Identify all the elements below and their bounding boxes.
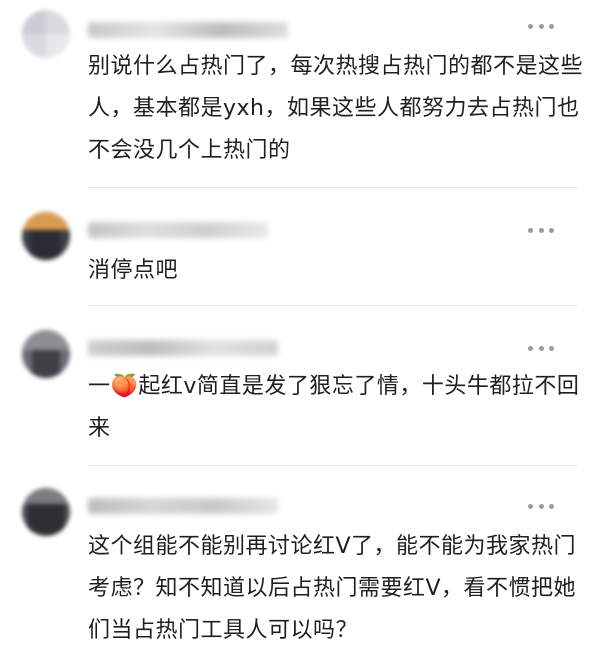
- username-blurred[interactable]: [88, 340, 278, 356]
- comment-text: 消停点吧: [88, 258, 179, 283]
- avatar[interactable]: [22, 330, 70, 378]
- username-blurred[interactable]: [88, 222, 268, 238]
- avatar[interactable]: [22, 488, 70, 536]
- avatar[interactable]: [22, 10, 70, 58]
- more-dots-icon[interactable]: [528, 22, 554, 30]
- more-dots-icon[interactable]: [528, 502, 554, 510]
- more-dots-icon[interactable]: [528, 344, 554, 352]
- comment-item: 一🍑起红v简直是发了狠忘了情，十头牛都拉不回来: [0, 306, 600, 466]
- comment-text: 一🍑起红v简直是发了狠忘了情，十头牛都拉不回来: [88, 374, 580, 441]
- username-blurred[interactable]: [88, 498, 278, 514]
- more-dots-icon[interactable]: [528, 226, 554, 234]
- avatar[interactable]: [22, 212, 70, 260]
- comment-item: 消停点吧: [0, 188, 600, 306]
- comment-item: 别说什么占热门了，每次热搜占热门的都不是这些人，基本都是yxh，如果这些人都努力…: [0, 0, 600, 188]
- username-blurred[interactable]: [88, 22, 288, 38]
- comment-text: 这个组能不能别再讨论红V了，能不能为我家热门考虑？知不知道以后占热门需要红V，看…: [88, 534, 577, 643]
- comment-text: 别说什么占热门了，每次热搜占热门的都不是这些人，基本都是yxh，如果这些人都努力…: [88, 54, 584, 163]
- comment-item: 这个组能不能别再讨论红V了，能不能为我家热门考虑？知不知道以后占热门需要红V，看…: [0, 466, 600, 656]
